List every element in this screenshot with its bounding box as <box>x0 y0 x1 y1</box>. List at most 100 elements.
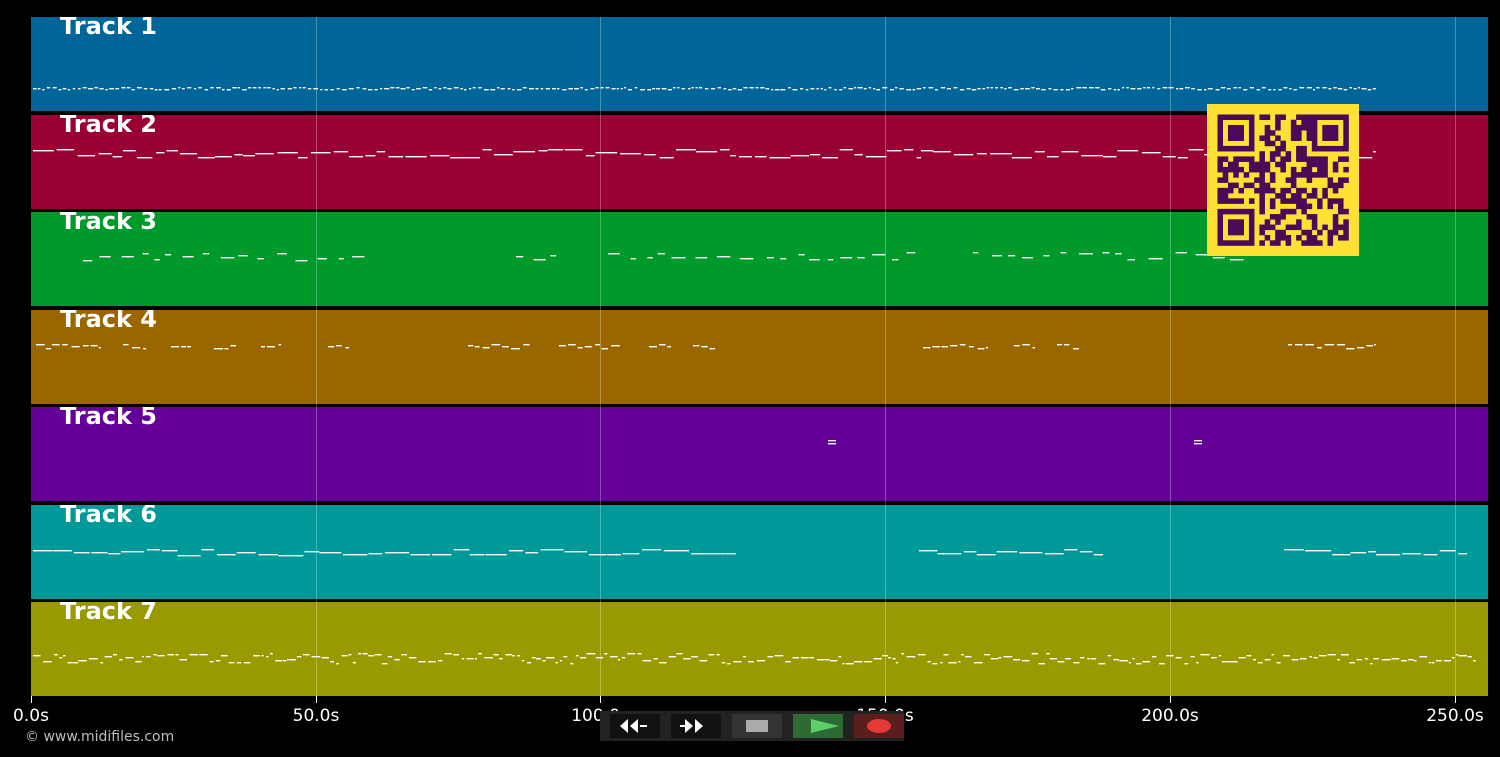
note <box>990 658 999 660</box>
note <box>1374 344 1376 346</box>
note <box>563 656 568 658</box>
record-button[interactable] <box>854 714 904 738</box>
stop-button[interactable] <box>732 714 782 738</box>
note <box>671 257 686 259</box>
note <box>63 655 66 657</box>
note <box>341 655 348 657</box>
note <box>349 156 363 158</box>
note <box>1060 89 1064 91</box>
note <box>127 87 131 89</box>
note <box>838 656 842 658</box>
note <box>1350 552 1367 554</box>
note <box>966 88 971 90</box>
note <box>112 156 122 158</box>
note <box>1305 550 1332 552</box>
note <box>681 88 686 90</box>
note <box>1332 554 1351 556</box>
note <box>475 658 478 660</box>
note <box>620 88 623 90</box>
note <box>1031 653 1038 655</box>
track-label: Track 4 <box>60 310 158 333</box>
note <box>767 656 774 658</box>
note <box>461 658 465 660</box>
note <box>677 87 680 89</box>
note <box>552 88 556 90</box>
axis-tick <box>885 696 886 703</box>
note <box>1025 88 1030 90</box>
note <box>416 88 421 90</box>
grid-line <box>1170 17 1171 696</box>
note <box>356 87 360 89</box>
note <box>921 150 934 152</box>
track-lane-6[interactable]: Track 6 <box>31 505 1488 599</box>
track-lane-7[interactable]: Track 7 <box>31 602 1488 696</box>
note <box>376 151 386 153</box>
note <box>535 88 539 90</box>
note <box>1013 659 1021 661</box>
note <box>272 88 275 90</box>
axis-tick <box>1170 696 1171 703</box>
note <box>948 662 957 664</box>
note <box>194 88 197 90</box>
note <box>1038 663 1045 665</box>
track-lane-5[interactable]: Track 5 <box>31 407 1488 501</box>
track-lane-1[interactable]: Track 1 <box>31 17 1488 111</box>
note <box>1327 654 1336 656</box>
track-lane-4[interactable]: Track 4 <box>31 310 1488 404</box>
note <box>88 88 94 90</box>
note <box>1046 653 1050 655</box>
note <box>266 87 271 89</box>
note <box>236 662 242 664</box>
note <box>166 150 178 152</box>
note <box>906 656 916 658</box>
note <box>760 87 765 89</box>
note <box>33 655 41 657</box>
note <box>216 87 221 89</box>
note <box>842 663 845 665</box>
note <box>1064 549 1078 551</box>
note <box>1194 440 1202 442</box>
note <box>940 87 946 89</box>
note <box>499 658 503 660</box>
note <box>121 551 145 553</box>
note <box>822 157 838 159</box>
note <box>78 88 81 90</box>
note <box>555 662 558 664</box>
note <box>739 258 754 260</box>
note <box>1063 344 1070 346</box>
note <box>564 149 583 151</box>
note <box>1353 88 1357 90</box>
play-button[interactable] <box>793 714 843 738</box>
note <box>1299 658 1307 660</box>
note <box>179 659 187 661</box>
note <box>659 157 674 159</box>
note <box>590 88 595 90</box>
note <box>1408 659 1414 661</box>
note <box>1117 89 1120 91</box>
note <box>368 553 383 555</box>
track-label: Track 7 <box>60 602 158 625</box>
axis-tick-label: 200.0s <box>1141 706 1199 726</box>
note <box>723 88 727 90</box>
qr-code <box>1207 104 1359 256</box>
note <box>1207 88 1213 90</box>
note <box>247 87 252 89</box>
note <box>482 149 492 151</box>
fast-forward-button[interactable] <box>671 714 721 738</box>
note <box>1401 660 1407 662</box>
note <box>328 346 335 348</box>
note <box>1238 657 1246 659</box>
note <box>447 88 452 90</box>
axis-tick-label: 250.0s <box>1426 706 1484 726</box>
note <box>657 253 665 255</box>
grid-line <box>600 17 601 696</box>
note <box>977 348 985 350</box>
note <box>33 550 53 552</box>
track-notes <box>36 344 1376 350</box>
note <box>562 89 567 91</box>
note <box>1115 253 1122 255</box>
rewind-button[interactable] <box>610 714 660 738</box>
note <box>916 88 922 90</box>
note <box>154 89 158 91</box>
note <box>607 554 621 556</box>
